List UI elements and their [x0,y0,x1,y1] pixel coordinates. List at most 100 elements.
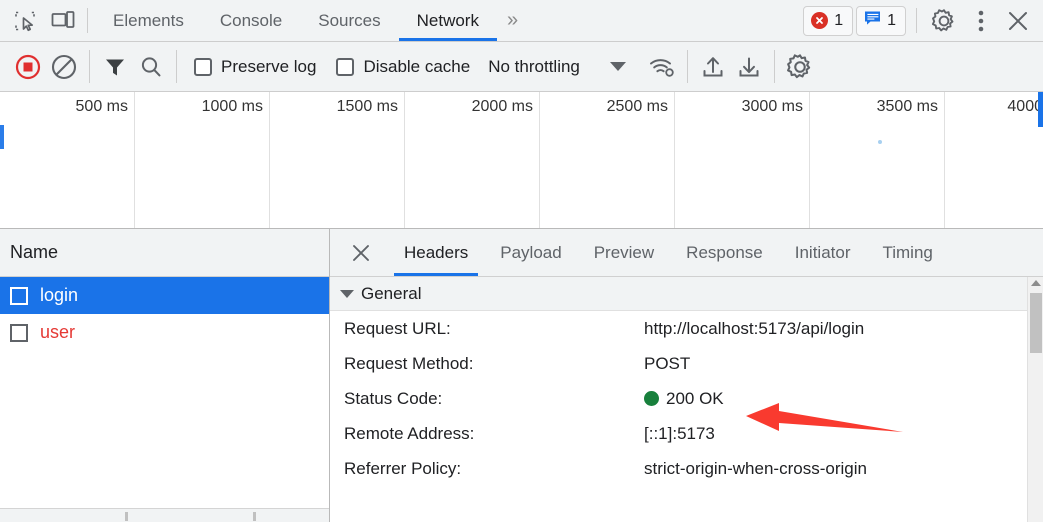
overview-tick-label: 3000 ms [741,98,803,115]
filter-funnel-icon[interactable] [97,49,133,85]
record-stop-icon[interactable] [10,49,46,85]
status-code-label: 200 OK [666,388,724,408]
tabbar-divider [87,8,88,33]
throttling-dropdown[interactable]: No throttling [480,57,626,77]
network-settings-gear-icon[interactable] [782,49,818,85]
wifi-settings-icon[interactable] [644,49,680,85]
devtools-window: Elements Console Sources Network » 1 1 P… [0,0,1043,522]
document-icon [10,286,28,305]
document-icon [10,323,28,342]
network-lower-split: Name login user Headers Payload Preview … [0,229,1043,522]
search-icon[interactable] [133,49,169,85]
request-list-header[interactable]: Name [0,229,329,277]
tab-console[interactable]: Console [202,0,300,41]
scroll-up-arrow-icon[interactable] [1031,280,1041,286]
preserve-log-checkbox[interactable]: Preserve log [184,57,326,77]
toolbar-divider-1 [89,50,90,83]
devtools-tabs: Elements Console Sources Network » [95,0,528,41]
tab-elements[interactable]: Elements [95,0,202,41]
close-details-icon[interactable] [334,229,388,276]
chevron-down-icon [609,62,626,71]
error-circle-icon [811,12,829,29]
throttling-value-label: No throttling [488,56,580,76]
details-vertical-scrollbar[interactable] [1027,277,1043,522]
close-icon[interactable] [1001,4,1035,38]
inspect-cursor-icon[interactable] [8,4,42,38]
headers-body: General Request URL: http://localhost:51… [330,277,1043,522]
disable-cache-box [336,57,355,76]
overview-tick: 2500 ms [540,92,675,228]
tab-sources-label: Sources [318,10,381,30]
tab-payload[interactable]: Payload [484,229,577,276]
tab-response-label: Response [686,242,763,262]
chevron-down-icon [340,289,354,298]
import-upload-icon[interactable] [695,49,731,85]
devtools-tabbar: Elements Console Sources Network » 1 1 [0,0,1043,42]
header-key-label: Status Code: [344,388,443,408]
overview-tick: 500 ms [0,92,135,228]
header-key-label: Request Method: [344,353,474,373]
error-count-badge[interactable]: 1 [803,5,854,36]
message-count-label: 1 [887,11,896,29]
message-bubble-icon [864,10,881,31]
overview-tick-label: 500 ms [75,98,128,115]
tab-initiator-label: Initiator [794,242,851,262]
kebab-menu-icon[interactable] [964,4,998,38]
request-name-label: user [40,322,76,342]
header-value-remote-address: [::1]:5173 [644,423,715,443]
overview-tick: 2000 ms [405,92,540,228]
disable-cache-checkbox[interactable]: Disable cache [326,57,480,77]
request-name-label: login [40,285,79,305]
request-list-hscrollbar[interactable] [0,508,329,522]
tab-timing-label: Timing [882,242,933,262]
general-section-title: General [361,283,422,303]
tabbar-right-icons: 1 1 [803,0,1043,41]
header-value-referrer-policy: strict-origin-when-cross-origin [644,458,867,478]
table-row[interactable]: login [0,277,329,314]
overview-event-marker [878,140,882,144]
more-tabs-label: » [506,9,519,31]
header-row-referrer-policy: Referrer Policy: strict-origin-when-cros… [330,451,1043,486]
tab-elements-label: Elements [113,10,184,30]
tabbar-right-divider [916,8,917,33]
preserve-log-label: Preserve log [221,56,317,76]
more-tabs-icon[interactable]: » [497,0,528,41]
header-value-request-url[interactable]: http://localhost:5173/api/login [644,319,864,339]
overview-tick: 1500 ms [270,92,405,228]
tab-preview[interactable]: Preview [578,229,670,276]
network-toolbar: Preserve log Disable cache No throttling [0,42,1043,92]
overview-tick: 1000 ms [135,92,270,228]
details-tabbar: Headers Payload Preview Response Initiat… [330,229,1043,277]
tab-sources[interactable]: Sources [300,0,398,41]
header-value-status-code-wrap: 200 OK [644,389,724,409]
tab-headers-label: Headers [404,242,469,262]
request-details-panel: Headers Payload Preview Response Initiat… [330,229,1043,522]
tab-preview-label: Preview [593,242,655,262]
disable-cache-label: Disable cache [363,56,471,76]
clear-icon[interactable] [46,49,82,85]
tab-headers[interactable]: Headers [388,229,484,276]
device-toolbar-icon[interactable] [46,4,80,38]
tab-initiator[interactable]: Initiator [779,229,867,276]
table-row[interactable]: user [0,314,329,351]
tab-network[interactable]: Network [398,0,498,41]
general-section-header[interactable]: General [330,277,1043,311]
toolbar-divider-3 [686,50,688,83]
message-count-badge[interactable]: 1 [856,5,906,36]
header-row-request-url: Request URL: http://localhost:5173/api/l… [330,311,1043,346]
header-key-label: Request URL: [344,318,451,338]
tab-timing[interactable]: Timing [866,229,948,276]
gear-icon[interactable] [927,4,961,38]
tab-response[interactable]: Response [670,229,779,276]
tab-console-label: Console [219,10,283,30]
overview-tick-label: 2000 ms [471,98,533,115]
scrollbar-thumb[interactable] [1030,293,1042,353]
request-list-panel: Name login user [0,229,330,522]
header-row-request-method: Request Method: POST [330,346,1043,381]
export-download-icon[interactable] [731,49,767,85]
tabbar-left-icons [0,0,80,41]
header-key-label: Referrer Policy: [344,458,462,478]
overview-right-edge-marker [1038,92,1043,127]
network-overview-timeline[interactable]: 500 ms 1000 ms 1500 ms 2000 ms 2500 ms 3… [0,92,1043,229]
overview-tick-label: 2500 ms [606,98,668,115]
